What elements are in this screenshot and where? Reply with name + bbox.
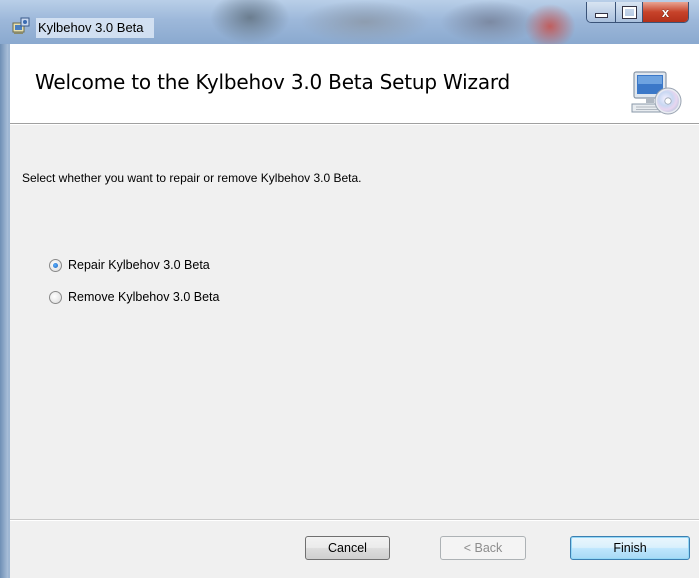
back-button[interactable]: < Back [440, 536, 526, 560]
remove-radio[interactable] [49, 290, 62, 304]
minimize-button[interactable] [587, 2, 615, 22]
instruction-text: Select whether you want to repair or rem… [22, 171, 362, 185]
computer-cd-icon [631, 71, 682, 115]
wizard-banner: Welcome to the Kylbehov 3.0 Beta Setup W… [10, 44, 699, 124]
footer-separator [10, 519, 699, 521]
repair-radio[interactable] [49, 258, 62, 272]
title-bar[interactable]: Kylbehov 3.0 Beta x [0, 0, 699, 44]
maximize-button[interactable] [615, 2, 642, 22]
remove-option-label: Remove Kylbehov 3.0 Beta [68, 290, 220, 304]
wizard-client-area: Welcome to the Kylbehov 3.0 Beta Setup W… [10, 44, 699, 578]
repair-option[interactable]: Repair Kylbehov 3.0 Beta [49, 258, 210, 272]
maximize-icon [621, 5, 637, 19]
setup-window: Kylbehov 3.0 Beta x Welcome to the Kylbe… [0, 0, 699, 578]
caption-buttons: x [586, 2, 689, 23]
close-icon: x [661, 4, 670, 20]
titlebar-glass-decoration [520, 0, 580, 44]
finish-button[interactable]: Finish [570, 536, 690, 560]
titlebar-glass-decoration [210, 0, 290, 44]
minimize-icon [594, 13, 608, 18]
wizard-title: Welcome to the Kylbehov 3.0 Beta Setup W… [35, 70, 511, 94]
remove-option[interactable]: Remove Kylbehov 3.0 Beta [49, 290, 219, 304]
repair-option-label: Repair Kylbehov 3.0 Beta [68, 258, 210, 272]
titlebar-glass-decoration [300, 0, 430, 44]
close-button[interactable]: x [642, 2, 688, 22]
window-title: Kylbehov 3.0 Beta [36, 18, 154, 38]
installer-icon[interactable] [12, 17, 30, 35]
banner-separator [10, 124, 699, 125]
window-border [0, 44, 8, 578]
cancel-button[interactable]: Cancel [305, 536, 390, 560]
